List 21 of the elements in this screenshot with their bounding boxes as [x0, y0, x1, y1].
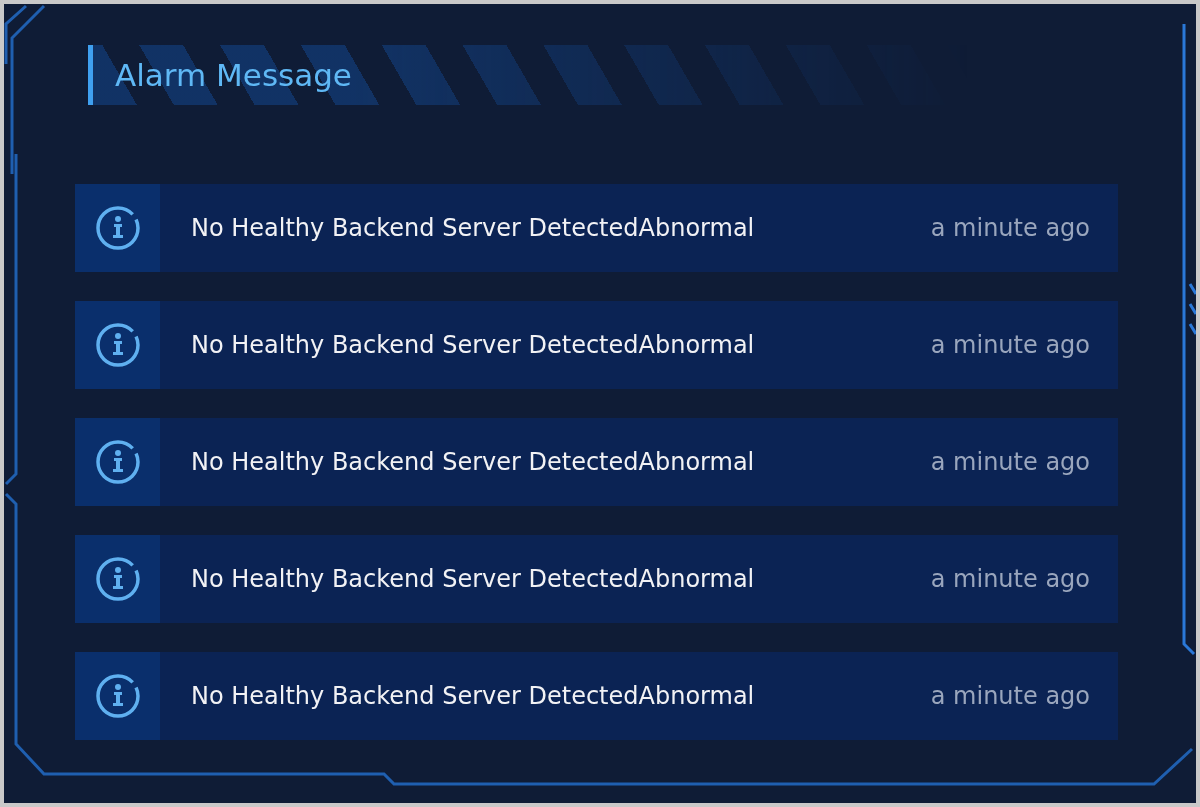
info-icon — [94, 673, 141, 719]
alarm-message: No Healthy Backend Server DetectedAbnormal — [191, 331, 756, 359]
alarm-row[interactable]: No Healthy Backend Server DetectedAbnormal a minute ago — [75, 652, 1118, 740]
info-icon — [94, 322, 141, 368]
alarm-message: No Healthy Backend Server DetectedAbnormal — [191, 448, 756, 476]
alarm-message: No Healthy Backend Server DetectedAbnormal — [191, 565, 756, 593]
alarm-time: a minute ago — [930, 331, 1090, 359]
alarm-row[interactable]: No Healthy Backend Server DetectedAbnormal a minute ago — [75, 535, 1118, 623]
alarm-time: a minute ago — [930, 565, 1090, 593]
alarm-row[interactable]: No Healthy Backend Server DetectedAbnormal a minute ago — [75, 184, 1118, 272]
info-icon — [94, 439, 141, 485]
alarm-time: a minute ago — [930, 214, 1090, 242]
panel-title: Alarm Message — [115, 57, 352, 93]
info-icon — [94, 205, 141, 251]
alarm-row[interactable]: No Healthy Backend Server DetectedAbnormal a minute ago — [75, 418, 1118, 506]
alarm-message: No Healthy Backend Server DetectedAbnormal — [191, 214, 756, 242]
alarm-time: a minute ago — [930, 448, 1090, 476]
alarm-time: a minute ago — [930, 682, 1090, 710]
alarm-message: No Healthy Backend Server DetectedAbnormal — [191, 682, 756, 710]
info-icon — [94, 556, 141, 602]
alarm-row[interactable]: No Healthy Backend Server DetectedAbnormal a minute ago — [75, 301, 1118, 389]
